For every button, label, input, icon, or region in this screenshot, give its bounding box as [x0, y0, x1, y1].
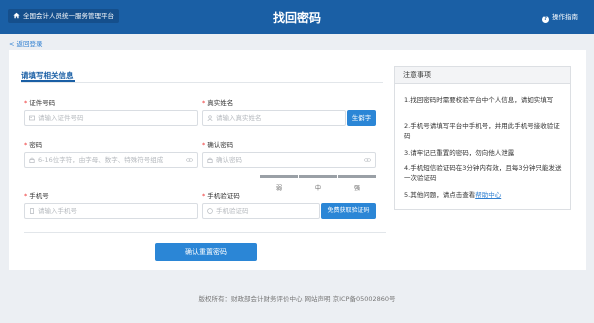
password-label-text: 密码 — [29, 141, 43, 149]
sms-code-placeholder: 手机验证码 — [216, 207, 249, 215]
note-item: 5.其他问题，请点击查看帮助中心 — [404, 191, 564, 201]
strength-label-medium: 中 — [315, 185, 322, 192]
rare-char-button[interactable]: 生僻字 — [347, 110, 376, 126]
required-mark: * — [24, 141, 28, 149]
tab-divider — [21, 82, 383, 83]
operation-guide-link[interactable]: ? 操作指南 — [542, 11, 578, 23]
footer-copyright: 版权所有：财政部会计财务评价中心 网站声明 京ICP备05002860号 — [198, 295, 396, 303]
id-number-label: * 证件号码 — [24, 97, 55, 107]
lock-icon — [207, 157, 213, 163]
confirm-password-label: * 确认密码 — [202, 139, 233, 149]
confirm-reset-button[interactable]: 确认重置密码 — [155, 243, 257, 261]
phone-label: * 手机号 — [24, 190, 49, 200]
note-item: 4.手机短信验证码在3分钟内有效，且每3分钟只能发送一次验证码 — [404, 164, 562, 182]
back-to-login-link[interactable]: < 返回登录 — [9, 38, 43, 48]
strength-bar-strong — [338, 175, 376, 178]
eye-icon[interactable] — [186, 157, 193, 163]
note-item-5-text: 5.其他问题，请点击查看 — [404, 191, 476, 199]
password-label: * 密码 — [24, 139, 42, 149]
real-name-label-text: 真实姓名 — [207, 99, 234, 107]
question-icon: ? — [542, 16, 549, 23]
real-name-label: * 真实姓名 — [202, 97, 233, 107]
required-mark: * — [202, 99, 206, 107]
strength-bar-weak — [260, 175, 298, 178]
note-item: 3.请牢记已重置的密码，勿向他人泄露 — [404, 149, 515, 157]
required-mark: * — [24, 192, 28, 200]
id-number-input[interactable]: 请输入证件号码 — [24, 110, 198, 126]
strength-bar-medium — [299, 175, 337, 178]
confirm-password-input[interactable]: 确认密码 — [202, 152, 376, 168]
required-mark: * — [202, 192, 206, 200]
id-number-label-text: 证件号码 — [29, 99, 56, 107]
required-mark: * — [202, 141, 206, 149]
eye-icon[interactable] — [364, 157, 371, 163]
sms-code-label-text: 手机验证码 — [207, 192, 240, 200]
form-divider — [24, 232, 386, 233]
sms-code-input[interactable]: 手机验证码 — [202, 203, 320, 219]
lock-icon — [29, 157, 35, 163]
required-mark: * — [24, 99, 28, 107]
phone-input[interactable]: 请输入手机号 — [24, 203, 198, 219]
strength-label-weak: 弱 — [276, 185, 283, 192]
note-item: 1.找回密码时需要校验平台中个人信息，请如实填写 — [404, 96, 554, 104]
confirm-password-label-text: 确认密码 — [207, 141, 234, 149]
password-placeholder: 6-16位字符，由字母、数字、特殊符号组成 — [38, 156, 164, 164]
id-number-placeholder: 请输入证件号码 — [38, 114, 84, 122]
page-title: 找回密码 — [272, 11, 321, 25]
help-center-link[interactable]: 帮助中心 — [475, 191, 501, 199]
top-bar: 全国会计人员统一服务管理平台 找回密码 ? 操作指南 — [0, 0, 594, 34]
user-icon — [207, 115, 213, 121]
password-input[interactable]: 6-16位字符，由字母、数字、特殊符号组成 — [24, 152, 198, 168]
phone-placeholder: 请输入手机号 — [38, 207, 77, 215]
real-name-placeholder: 请输入真实姓名 — [216, 114, 262, 122]
operation-guide-label: 操作指南 — [552, 13, 578, 21]
phone-icon — [30, 208, 34, 214]
notes-title: 注意事项 — [395, 67, 570, 84]
get-code-button[interactable]: 免费获取验证码 — [321, 203, 376, 219]
real-name-input[interactable]: 请输入真实姓名 — [202, 110, 346, 126]
sms-code-label: * 手机验证码 — [202, 190, 240, 200]
shield-icon — [207, 208, 213, 214]
id-card-icon — [29, 115, 35, 121]
confirm-password-placeholder: 确认密码 — [216, 156, 242, 164]
strength-label-strong: 强 — [354, 185, 361, 192]
note-item: 2.手机号请填写平台中手机号，并用此手机号接收验证码 — [404, 122, 560, 140]
phone-label-text: 手机号 — [29, 192, 49, 200]
